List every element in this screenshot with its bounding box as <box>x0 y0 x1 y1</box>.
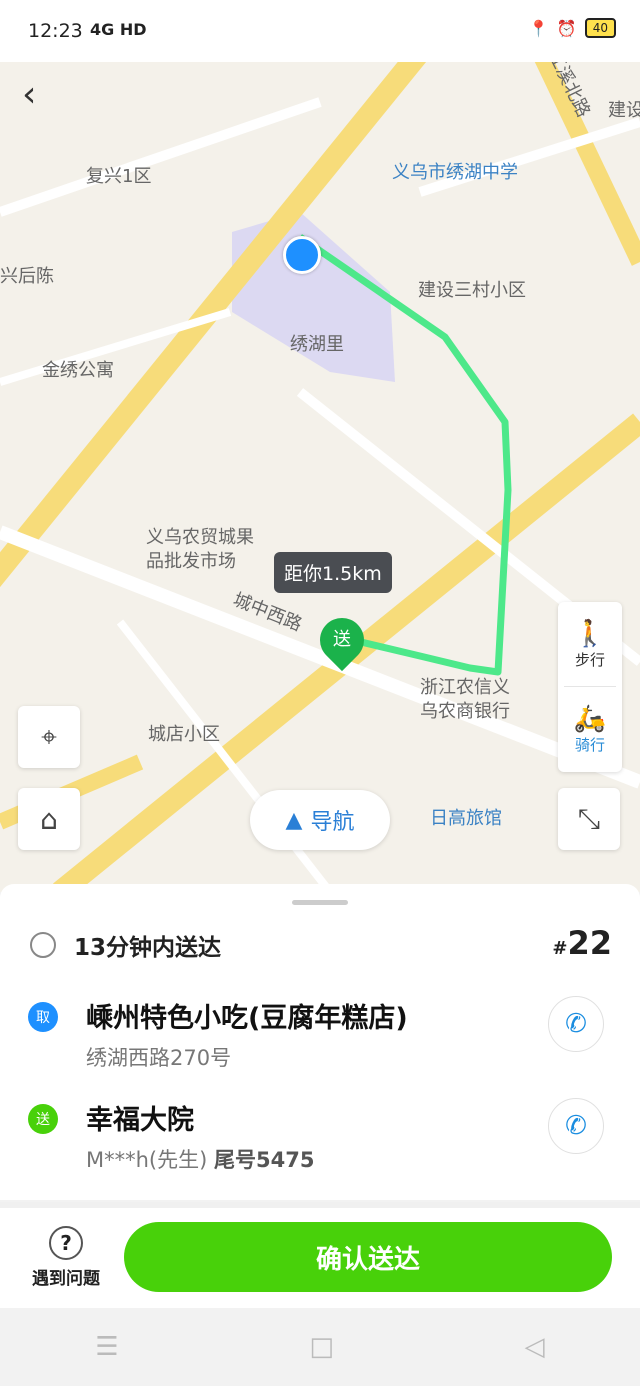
map-label-fuxing: 复兴1区 <box>86 166 152 187</box>
back-button[interactable]: ‹ <box>22 74 36 115</box>
rider-location-pin <box>283 236 321 274</box>
order-number: #22 <box>552 924 612 962</box>
status-icons: 📍 ⏰ 40 <box>529 18 616 38</box>
question-icon: ? <box>49 1226 83 1260</box>
map-label-hotel: 日高旅馆 <box>430 808 502 829</box>
map-label-school: 义乌市绣湖中学 <box>392 162 518 183</box>
navigation-arrow-icon: ▲ <box>285 807 303 833</box>
alarm-icon: ⏰ <box>556 18 577 38</box>
dropoff-pin[interactable]: 送 <box>310 608 374 672</box>
pickup-badge: 取 <box>28 1002 58 1032</box>
map-label-xinghou: 兴后陈 <box>0 266 54 287</box>
back-icon[interactable]: ◁ <box>525 1332 545 1362</box>
eta-text: 13分钟内送达 <box>74 935 222 961</box>
help-button[interactable]: ? 遇到问题 <box>26 1226 106 1289</box>
location-icon: 📍 <box>528 18 549 38</box>
battery-icon: 40 <box>584 18 616 38</box>
order-sheet: 13分钟内送达 #22 取 嵊州特色小吃(豆腐年糕店) 绣湖西路270号 ✆ 送… <box>0 884 640 1200</box>
order-number-prefix: # <box>552 938 568 959</box>
dropoff-pin-label: 送 <box>333 629 351 650</box>
dropoff-name: 幸福大院 <box>86 1105 194 1136</box>
confirm-delivery-button[interactable]: 确认送达 <box>124 1222 612 1292</box>
expand-icon: ⤡ <box>577 802 601 835</box>
dropoff-customer: M***h(先生) 尾号5475 <box>86 1144 314 1174</box>
shop-button[interactable]: ⌂ <box>18 788 80 850</box>
network-indicator: 4G HD <box>90 20 147 39</box>
ride-mode-button[interactable]: 🛵 骑行 <box>558 687 622 771</box>
help-label: 遇到问题 <box>32 1269 100 1289</box>
order-number-value: 22 <box>567 924 612 962</box>
navigate-button[interactable]: ▲ 导航 <box>250 790 390 850</box>
call-customer-button[interactable]: ✆ <box>548 1098 604 1154</box>
eta-row: 13分钟内送达 <box>30 928 221 962</box>
travel-mode-switch: 🚶 步行 🛵 骑行 <box>558 602 622 772</box>
clock-icon <box>30 932 56 958</box>
system-nav-bar: ☰ □ ◁ <box>0 1308 640 1386</box>
map-label-xiuhuli: 绣湖里 <box>290 334 344 355</box>
locate-button[interactable]: ⌖ <box>18 706 80 768</box>
map-label-chengdian: 城店小区 <box>148 724 220 745</box>
call-merchant-button[interactable]: ✆ <box>548 996 604 1052</box>
phone-icon: ✆ <box>565 1111 587 1141</box>
distance-bubble: 距你1.5km <box>274 552 392 593</box>
status-time: 12:23 <box>28 20 83 42</box>
customer-name: M***h(先生) <box>86 1148 208 1172</box>
expand-map-button[interactable]: ⤡ <box>558 788 620 850</box>
scooter-icon: 🛵 <box>573 703 607 734</box>
home-icon[interactable]: □ <box>309 1332 334 1362</box>
phone-tail: 尾号5475 <box>214 1148 315 1172</box>
walk-icon: 🚶 <box>573 618 607 649</box>
pickup-address: 绣湖西路270号 <box>86 1046 232 1070</box>
dropoff-badge: 送 <box>28 1104 58 1134</box>
map-label-market: 义乌农贸城果 品批发市场 <box>146 527 254 572</box>
crosshair-icon: ⌖ <box>41 720 57 753</box>
dropoff-stop[interactable]: 送 幸福大院 M***h(先生) 尾号5475 ✆ <box>28 1098 628 1188</box>
menu-icon[interactable]: ☰ <box>95 1332 118 1362</box>
navigate-label: 导航 <box>310 810 355 835</box>
walk-mode-label: 步行 <box>574 650 605 669</box>
pickup-name: 嵊州特色小吃(豆腐年糕店) <box>86 1003 408 1034</box>
ride-mode-label: 骑行 <box>574 735 605 754</box>
map-label-jianshe: 建设三村小区 <box>418 280 526 301</box>
status-bar: 12:23 4G HD 📍 ⏰ 40 <box>0 0 640 62</box>
sheet-handle[interactable] <box>292 900 348 905</box>
store-icon: ⌂ <box>40 802 58 836</box>
phone-icon: ✆ <box>565 1009 587 1039</box>
map-label-jianse: 建设 <box>608 100 640 121</box>
map-label-jinxiu: 金绣公寓 <box>42 360 114 381</box>
pickup-stop[interactable]: 取 嵊州特色小吃(豆腐年糕店) 绣湖西路270号 ✆ <box>28 996 628 1086</box>
walk-mode-button[interactable]: 🚶 步行 <box>558 602 622 686</box>
map-view[interactable]: ‹ 复兴1区 义乌市绣湖中学 兴后陈 建设三村小区 绣湖里 金绣公寓 义乌农贸城… <box>0 62 640 892</box>
action-bar: ? 遇到问题 确认送达 <box>0 1202 640 1314</box>
map-label-bank: 浙江农信义 乌农商银行 <box>420 677 510 722</box>
